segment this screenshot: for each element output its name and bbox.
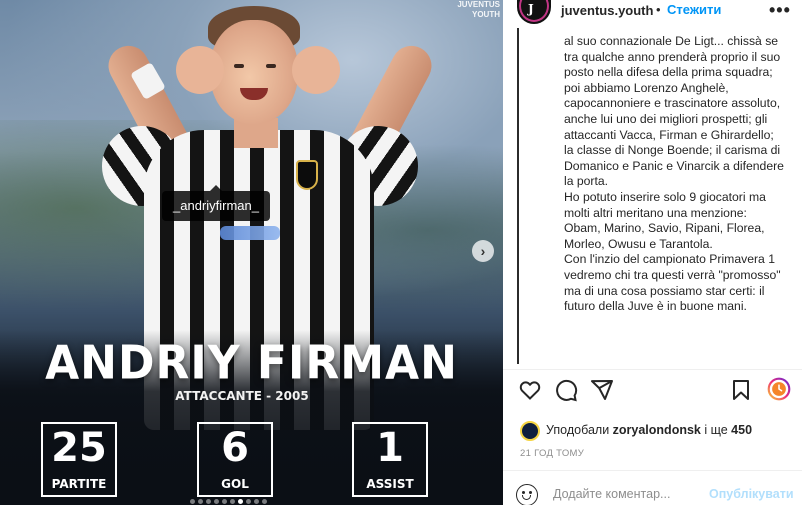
post-image[interactable]: JUVENTUS YOUTH _andriyfirman_ › ANDRIY F… (0, 0, 503, 505)
carousel-dot (214, 499, 219, 504)
carousel-dot (254, 499, 259, 504)
carousel-dot (198, 499, 203, 504)
separator-dot: • (656, 2, 661, 17)
likes-middle: і ще (700, 423, 732, 437)
divider (503, 369, 802, 370)
follow-button[interactable]: Стежити (667, 2, 721, 17)
comment-bar: Опублікувати (503, 478, 802, 505)
stat-label: PARTITE (43, 473, 115, 495)
likes-count[interactable]: 450 (731, 423, 752, 437)
eye (266, 64, 276, 68)
eye (234, 64, 244, 68)
action-bar (503, 377, 802, 408)
publish-button[interactable]: Опублікувати (709, 487, 794, 501)
liker-username[interactable]: zoryalondonsk (613, 423, 701, 437)
bookmark-icon[interactable] (729, 378, 755, 404)
stat-value: 1 (376, 425, 404, 471)
comment-input[interactable] (553, 487, 703, 501)
stat-label: ASSIST (354, 473, 426, 495)
carousel-dot (222, 499, 227, 504)
story-icon[interactable] (767, 377, 795, 405)
carousel-dot (230, 499, 235, 504)
comment-icon[interactable] (554, 378, 580, 404)
share-icon[interactable] (590, 378, 616, 404)
player-role: ATTACCANTE - 2005 (175, 389, 309, 403)
stat-box-partite: 25 PARTITE (41, 422, 117, 497)
stat-value: 6 (221, 425, 249, 471)
juventus-logo-icon: J (528, 2, 534, 16)
liker-avatar[interactable] (520, 421, 540, 441)
carousel-dot (206, 499, 211, 504)
chevron-right-icon[interactable]: › (472, 240, 494, 262)
sponsor-logo (220, 226, 280, 240)
carousel-indicator (190, 499, 320, 505)
story-ring (519, 0, 549, 22)
instagram-post: JUVENTUS YOUTH _andriyfirman_ › ANDRIY F… (0, 0, 802, 505)
likes-row: Уподобали zoryalondonsk і ще 450 (520, 420, 800, 441)
juventus-youth-logo: JUVENTUS YOUTH (457, 0, 500, 19)
carousel-dot (190, 499, 195, 504)
post-caption: al suo connazionale De Ligt... chissà se… (564, 34, 784, 314)
carousel-dot (238, 499, 243, 504)
likes-prefix: Уподобали (546, 423, 613, 437)
stat-box-gol: 6 GOL (197, 422, 273, 497)
likes-text[interactable]: Уподобали zoryalondonsk і ще 450 (546, 423, 752, 437)
stat-value: 25 (51, 425, 107, 471)
carousel-dot (262, 499, 267, 504)
username-link[interactable]: juventus.youth (561, 3, 653, 18)
caption-scrollbar[interactable] (517, 28, 519, 364)
more-options-icon[interactable]: ••• (769, 0, 791, 21)
carousel-dot (246, 499, 251, 504)
left-hand (176, 46, 224, 94)
divider (503, 470, 802, 471)
emoji-icon[interactable] (516, 484, 538, 505)
player-name: ANDRIY FIRMAN (45, 336, 458, 391)
post-sidebar: J juventus.youth • Стежити ••• al suo co… (503, 0, 802, 505)
stat-box-assist: 1 ASSIST (352, 422, 428, 497)
heart-icon[interactable] (518, 378, 544, 404)
user-tag[interactable]: _andriyfirman_ (162, 185, 270, 221)
club-crest (296, 160, 318, 190)
avatar[interactable]: J (517, 0, 551, 24)
post-header: J juventus.youth • Стежити ••• (503, 0, 802, 32)
right-hand (292, 46, 340, 94)
post-timestamp[interactable]: 21 ГОД ТОМУ (520, 448, 584, 459)
stat-label: GOL (199, 473, 271, 495)
